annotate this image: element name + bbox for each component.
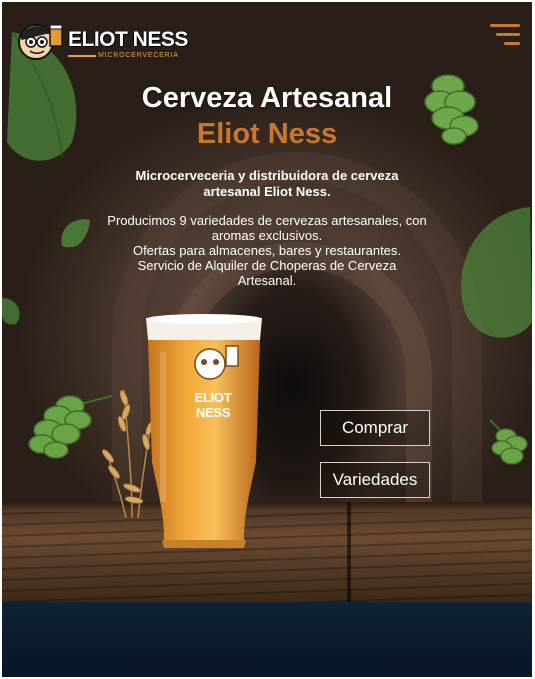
glass-logo-text: ELIOT NESS: [194, 390, 232, 420]
menu-line: [490, 24, 520, 27]
hero-subtitle: Microcerveceria y distribuidora de cerve…: [135, 168, 399, 199]
hop-leaf-icon: [2, 298, 20, 325]
brand-tagline: MICROCERVECERIA: [98, 52, 179, 59]
hero-title-accent: Eliot Ness: [196, 118, 338, 150]
menu-line: [496, 33, 520, 36]
brand-name: ELIOT NESS: [68, 28, 188, 51]
hop-cone-icon: [489, 419, 528, 465]
hamburger-menu-icon[interactable]: [488, 24, 520, 48]
hop-leaf-icon: [461, 207, 532, 338]
table-seam: [347, 502, 351, 602]
menu-line: [504, 42, 520, 45]
app-frame: ELIOT NESS ELIOT NESS MICROCERVECERIA Ce…: [2, 2, 532, 677]
description-line: Producimos 9 variedades de cervezas arte…: [107, 213, 427, 243]
beer-mascot-logo: [18, 24, 63, 60]
brand-divider: [68, 55, 96, 57]
description-line: Servicio de Alquiler de Choperas de Cerv…: [137, 258, 397, 288]
hop-leaf-icon: [61, 219, 90, 248]
buy-button[interactable]: Comprar: [320, 410, 430, 446]
hero-description: Producimos 9 variedades de cervezas arte…: [107, 213, 427, 288]
beer-glass-image: [146, 314, 262, 548]
description-line: Ofertas para almacenes, bares y restaura…: [132, 243, 402, 258]
hero-title: Cerveza Artesanal: [141, 82, 393, 114]
varieties-button[interactable]: Variedades: [320, 462, 430, 498]
bottom-section: [2, 602, 532, 677]
